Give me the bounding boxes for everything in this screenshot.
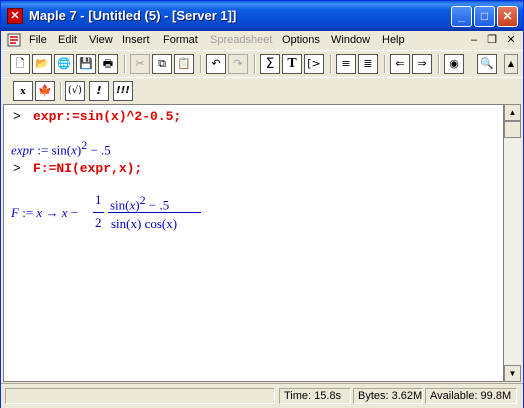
- doc-minimize-button[interactable]: –: [467, 34, 481, 47]
- execute-all-icon[interactable]: !!!: [113, 81, 133, 101]
- math-mode-icon[interactable]: x: [13, 81, 33, 101]
- maple-doc-icon[interactable]: [7, 33, 21, 47]
- save-icon[interactable]: 💾: [76, 54, 96, 74]
- menu-edit[interactable]: Edit: [58, 34, 77, 46]
- input-prompt: >: [13, 109, 21, 124]
- doc-restore-button[interactable]: ❐: [485, 34, 499, 47]
- open-icon[interactable]: 📂: [32, 54, 52, 74]
- maple-leaf-icon[interactable]: 🍁: [35, 81, 55, 101]
- open-url-icon[interactable]: 🌐: [54, 54, 74, 74]
- text-mode-icon[interactable]: T: [282, 54, 302, 74]
- scroll-thumb[interactable]: [504, 121, 521, 138]
- toolbar-separator: [200, 55, 202, 73]
- output-line-2: F := x → x − 1 2 sin(x)2 − .5 sin(x) cos…: [11, 187, 211, 237]
- minimize-button[interactable]: _: [451, 6, 472, 27]
- window-title: Maple 7 - [Untitled (5) - [Server 1]]: [29, 8, 237, 23]
- worksheet[interactable]: > expr:=sin(x)^2-0.5; expr := sin(x)2 − …: [3, 104, 504, 382]
- scroll-down-arrow-icon[interactable]: ▼: [504, 365, 521, 382]
- status-message: [5, 388, 275, 404]
- menu-window[interactable]: Window: [331, 34, 370, 46]
- status-available: Available: 99.8M: [425, 388, 517, 404]
- redo-icon[interactable]: ↷: [228, 54, 248, 74]
- output-line-1: expr := sin(x)2 − .5: [11, 138, 111, 158]
- paste-icon[interactable]: 📋: [174, 54, 194, 74]
- menu-file[interactable]: File: [29, 34, 47, 46]
- stop-icon[interactable]: ◉: [444, 54, 464, 74]
- cut-icon[interactable]: ✂: [130, 54, 150, 74]
- menu-view[interactable]: View: [89, 34, 113, 46]
- forward-arrow-icon[interactable]: ⇒: [412, 54, 432, 74]
- toolbar-separator: [254, 55, 256, 73]
- status-time: Time: 15.8s: [279, 388, 351, 404]
- doc-close-button[interactable]: ✕: [504, 34, 518, 47]
- toolbar-separator: [124, 55, 126, 73]
- toolbar-scroll-icon[interactable]: ▲: [504, 54, 518, 74]
- status-bar: Time: 15.8s Bytes: 3.62M Available: 99.8…: [1, 383, 523, 408]
- sigma-icon[interactable]: Σ: [260, 54, 280, 74]
- toolbar-separator: [330, 55, 332, 73]
- undo-icon[interactable]: ↶: [206, 54, 226, 74]
- copy-icon[interactable]: ⧉: [152, 54, 172, 74]
- scroll-up-arrow-icon[interactable]: ▲: [504, 104, 521, 121]
- menu-help[interactable]: Help: [382, 34, 405, 46]
- menu-insert[interactable]: Insert: [122, 34, 150, 46]
- outdent-icon[interactable]: ≣: [358, 54, 378, 74]
- title-bar[interactable]: ✕ Maple 7 - [Untitled (5) - [Server 1]] …: [1, 1, 523, 31]
- check-syntax-icon[interactable]: (√): [65, 81, 85, 101]
- app-window: ✕ Maple 7 - [Untitled (5) - [Server 1]] …: [0, 0, 524, 408]
- toolbar-separator: [60, 82, 62, 100]
- menu-options[interactable]: Options: [282, 34, 320, 46]
- new-icon[interactable]: 🗋: [10, 54, 30, 74]
- maple-app-icon[interactable]: ✕: [7, 8, 23, 24]
- execute-icon[interactable]: !: [89, 81, 109, 101]
- toolbar-separator: [384, 55, 386, 73]
- indent-icon[interactable]: ≡: [336, 54, 356, 74]
- status-bytes: Bytes: 3.62M: [353, 388, 423, 404]
- vertical-scrollbar[interactable]: ▲ ▼: [504, 104, 521, 382]
- toolbar-separator: [438, 55, 440, 73]
- zoom-icon[interactable]: 🔍: [477, 54, 497, 74]
- menu-bar: File Edit View Insert Format Spreadsheet…: [1, 31, 523, 50]
- back-arrow-icon[interactable]: ⇐: [390, 54, 410, 74]
- insert-input-icon[interactable]: [>: [304, 54, 324, 74]
- input-line-2[interactable]: F:=NI(expr,x);: [33, 161, 142, 176]
- input-line-1[interactable]: expr:=sin(x)^2-0.5;: [33, 109, 181, 124]
- menu-format[interactable]: Format: [163, 34, 198, 46]
- input-prompt: >: [13, 161, 21, 176]
- maximize-button[interactable]: □: [474, 6, 495, 27]
- menu-spreadsheet: Spreadsheet: [210, 34, 273, 46]
- close-button[interactable]: ✕: [497, 6, 518, 27]
- main-toolbar: 🗋 📂 🌐 💾 🖶 ✂ ⧉ 📋 ↶ ↷ Σ T [> ≡ ≣ ⇐ ⇒ ◉ 🔍 ▲: [1, 50, 523, 78]
- print-icon[interactable]: 🖶: [98, 54, 118, 74]
- context-toolbar: x 🍁 (√) ! !!!: [1, 77, 523, 105]
